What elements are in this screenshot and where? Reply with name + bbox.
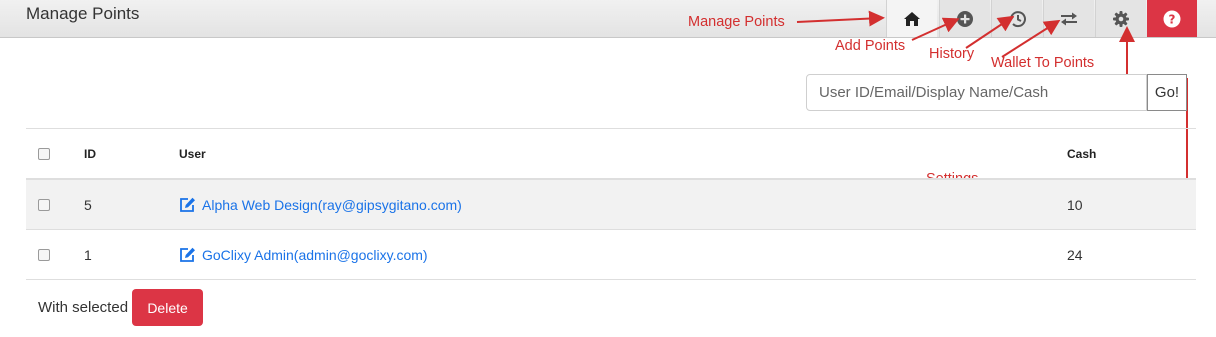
column-header-cash: Cash bbox=[1067, 146, 1097, 161]
top-bar: Manage Points ? bbox=[0, 0, 1216, 38]
help-button[interactable]: ? bbox=[1147, 0, 1197, 37]
user-name: GoClixy Admin(admin@goclixy.com) bbox=[202, 246, 428, 263]
user-link[interactable]: Alpha Web Design(ray@gipsygitano.com) bbox=[179, 197, 462, 213]
points-table: ID User Cash 5 Alpha Web Design(ray@gips… bbox=[26, 128, 1196, 280]
delete-button[interactable]: Delete bbox=[132, 289, 204, 326]
table-header: ID User Cash bbox=[26, 128, 1196, 180]
exchange-icon bbox=[1061, 12, 1077, 25]
add-points-button[interactable] bbox=[939, 0, 990, 37]
page-title: Manage Points bbox=[26, 4, 140, 23]
with-selected-label: With selected bbox=[38, 299, 129, 316]
svg-text:?: ? bbox=[1169, 12, 1176, 26]
column-header-user: User bbox=[179, 146, 206, 161]
manage-points-annotation: Manage Points bbox=[688, 14, 785, 30]
home-icon bbox=[904, 11, 920, 26]
history-button[interactable] bbox=[991, 0, 1042, 37]
row-id: 5 bbox=[84, 196, 92, 213]
question-circle-icon: ? bbox=[1163, 10, 1181, 27]
table-row: 1 GoClixy Admin(admin@goclixy.com) 24 bbox=[26, 230, 1196, 280]
history-icon bbox=[1008, 10, 1026, 27]
user-link[interactable]: GoClixy Admin(admin@goclixy.com) bbox=[179, 247, 428, 263]
gear-icon bbox=[1113, 10, 1129, 27]
row-id: 1 bbox=[84, 246, 92, 263]
row-cash: 24 bbox=[1067, 246, 1083, 263]
table-row: 5 Alpha Web Design(ray@gipsygitano.com) … bbox=[26, 180, 1196, 230]
select-all-checkbox[interactable] bbox=[38, 147, 50, 160]
row-cash: 10 bbox=[1067, 196, 1083, 213]
bulk-actions: With selected Delete bbox=[38, 289, 204, 326]
settings-button[interactable] bbox=[1095, 0, 1146, 37]
edit-icon bbox=[180, 247, 195, 262]
row-checkbox[interactable] bbox=[38, 198, 50, 211]
search-input[interactable] bbox=[806, 74, 1147, 111]
wallet-to-points-annotation: Wallet To Points bbox=[991, 55, 1095, 71]
go-button[interactable]: Go! bbox=[1147, 74, 1187, 111]
history-annotation: History bbox=[929, 46, 975, 62]
column-header-id: ID bbox=[84, 146, 96, 161]
manage-points-button[interactable] bbox=[886, 0, 937, 37]
row-checkbox[interactable] bbox=[38, 248, 50, 261]
add-points-annotation: Add Points bbox=[835, 38, 906, 54]
plus-circle-icon bbox=[957, 10, 973, 27]
wallet-to-points-button[interactable] bbox=[1043, 0, 1094, 37]
user-name: Alpha Web Design(ray@gipsygitano.com) bbox=[202, 196, 462, 213]
search-bar: Go! bbox=[806, 74, 1187, 111]
edit-icon bbox=[180, 197, 195, 212]
